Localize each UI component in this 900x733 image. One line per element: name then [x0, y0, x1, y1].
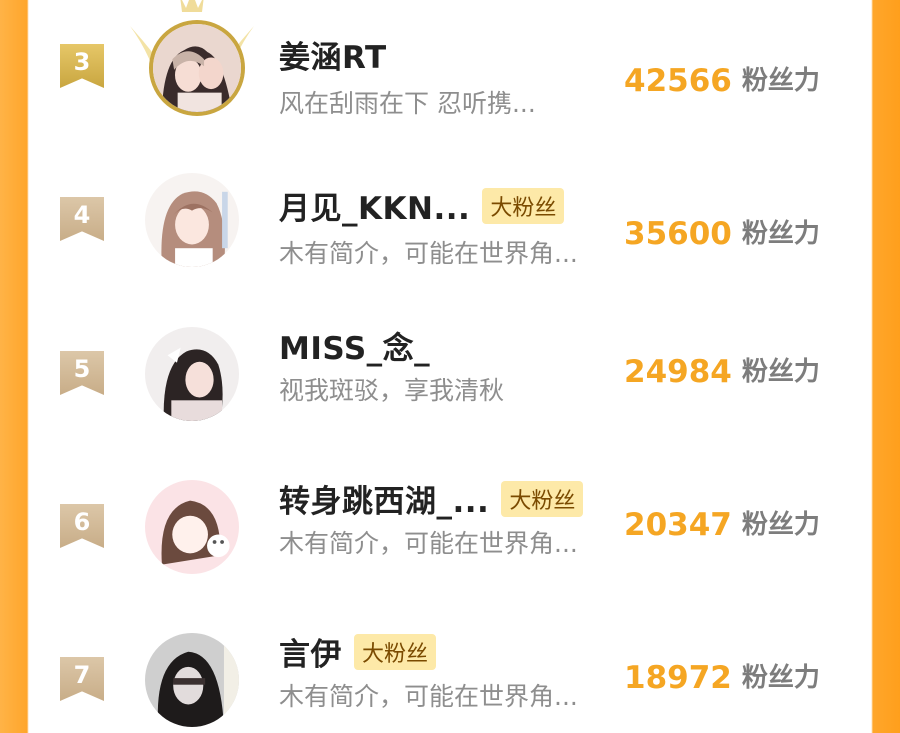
score-value: 24984 [624, 354, 732, 390]
fan-name: 姜涵RT [279, 40, 387, 76]
fan-bio: 视我斑驳，享我清秋 [279, 376, 505, 405]
fan-score: 20347 粉丝力 [624, 504, 820, 543]
rank-number: 3 [73, 48, 91, 76]
fan-row[interactable]: 5 MISS_念_ 视我斑驳，享我清秋 24984 粉丝力 [30, 307, 870, 427]
fan-row[interactable]: 6 转身跳西湖_... 大粉丝 木有简介，可能在世界角... 20347 粉丝力 [30, 460, 870, 580]
avatar[interactable] [145, 173, 239, 267]
fan-row[interactable]: 7 言伊 大粉丝 木有简介，可能在世界角... 18972 粉丝力 [30, 613, 870, 733]
score-unit: 粉丝力 [741, 219, 820, 249]
fan-row[interactable]: 4 月见_KKN... 大粉丝 木有简介，可能在世界角... 35600 粉丝力 [30, 153, 870, 273]
rank-badge: 6 [60, 504, 104, 548]
rank-number: 5 [73, 355, 91, 383]
fan-bio: 木有简介，可能在世界角... [279, 682, 578, 711]
rank-number: 4 [73, 201, 91, 229]
rank-number: 7 [73, 661, 91, 689]
score-unit: 粉丝力 [741, 663, 820, 693]
big-fan-badge: 大粉丝 [482, 188, 565, 224]
big-fan-badge: 大粉丝 [501, 481, 584, 517]
score-value: 20347 [624, 507, 732, 543]
fan-ranking-list: 3 姜涵RT 风在刮雨在下 忍听携... 42566 粉丝力 4 月见_KKN.… [30, 0, 870, 727]
avatar[interactable] [145, 327, 239, 421]
fan-bio: 木有简介，可能在世界角... [279, 529, 578, 558]
fan-name: MISS_念_ [279, 331, 431, 367]
fan-score: 24984 粉丝力 [624, 351, 820, 390]
fan-bio: 风在刮雨在下 忍听携... [279, 89, 536, 118]
avatar[interactable] [145, 633, 239, 727]
fan-bio: 木有简介，可能在世界角... [279, 239, 578, 268]
rank-badge: 7 [60, 657, 104, 701]
fan-score: 42566 粉丝力 [624, 60, 820, 99]
score-value: 18972 [624, 660, 732, 696]
score-unit: 粉丝力 [741, 66, 820, 96]
rank-badge: 5 [60, 351, 104, 395]
rank-badge: 3 [60, 44, 104, 88]
big-fan-badge: 大粉丝 [354, 634, 437, 670]
score-unit: 粉丝力 [741, 510, 820, 540]
fan-name: 言伊 大粉丝 [279, 629, 437, 674]
rank-badge: 4 [60, 197, 104, 241]
score-unit: 粉丝力 [741, 357, 820, 387]
avatar[interactable] [145, 480, 239, 574]
fan-name: 转身跳西湖_... 大粉丝 [279, 476, 584, 521]
fan-row[interactable]: 3 姜涵RT 风在刮雨在下 忍听携... 42566 粉丝力 [30, 0, 870, 120]
score-value: 35600 [624, 216, 732, 252]
avatar[interactable] [149, 20, 245, 116]
fan-score: 35600 粉丝力 [624, 213, 820, 252]
rank-number: 6 [73, 508, 91, 536]
fan-name: 月见_KKN... 大粉丝 [279, 183, 565, 228]
score-value: 42566 [624, 63, 732, 99]
fan-score: 18972 粉丝力 [624, 657, 820, 696]
